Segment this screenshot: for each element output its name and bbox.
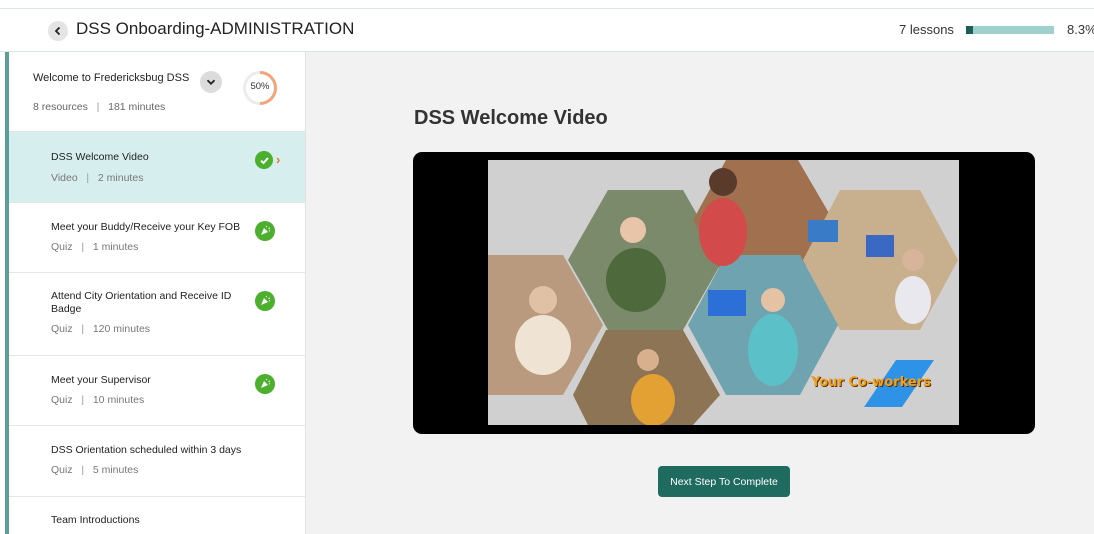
lesson-duration: 5 minutes (92, 464, 139, 476)
lesson-duration: 2 minutes (97, 172, 144, 184)
lesson-heading: DSS Welcome Video (414, 107, 608, 129)
course-header: DSS Onboarding-ADMINISTRATION 7 lessons … (0, 8, 1094, 52)
party-popper-icon (255, 221, 275, 241)
lesson-content: DSS Welcome Video Your Co-workers Next S… (306, 52, 1094, 534)
lesson-title: Team Introductions (51, 514, 140, 526)
lesson-meta: Video | 2 minutes (51, 172, 144, 184)
check-icon (255, 151, 273, 169)
chevron-down-icon (206, 79, 216, 85)
lesson-item-team-introductions[interactable]: Team Introductions (9, 497, 305, 534)
lesson-title: Meet your Buddy/Receive your Key FOB (51, 221, 241, 233)
section-progress-label: 50% (250, 81, 270, 92)
lesson-title: Meet your Supervisor (51, 374, 151, 386)
lesson-type: Quiz (51, 323, 73, 335)
lesson-meta: Quiz | 5 minutes (51, 464, 139, 476)
video-thumbnail: Your Co-workers (488, 160, 959, 426)
back-button[interactable] (48, 21, 68, 41)
party-popper-icon (255, 374, 275, 394)
lesson-sidebar: Welcome to Fredericksbug DSS 8 resources… (0, 52, 306, 534)
lesson-meta: Quiz | 10 minutes (51, 394, 145, 406)
course-progress-fill (966, 26, 974, 34)
lesson-duration: 10 minutes (92, 394, 145, 406)
video-caption: Your Co-workers (811, 375, 931, 390)
course-progress-bar (966, 26, 1054, 34)
party-popper-icon (255, 291, 275, 311)
lesson-type: Quiz (51, 241, 73, 253)
lesson-type: Quiz (51, 464, 73, 476)
section-meta: 8 resources | 181 minutes (33, 101, 166, 113)
lesson-title: DSS Orientation scheduled within 3 days (51, 444, 242, 456)
lessons-count: 7 lessons (899, 22, 954, 37)
section-progress-ring: 50% (242, 70, 278, 106)
lesson-duration: 120 minutes (92, 323, 151, 335)
chevron-right-icon: › (276, 152, 281, 167)
lesson-meta: Quiz | 120 minutes (51, 323, 151, 335)
next-step-button[interactable]: Next Step To Complete (658, 466, 790, 497)
video-player[interactable]: Your Co-workers (413, 152, 1035, 434)
lesson-item-meet-buddy[interactable]: Meet your Buddy/Receive your Key FOB Qui… (9, 203, 305, 273)
lesson-type: Quiz (51, 394, 73, 406)
lesson-type: Video (51, 172, 78, 184)
lesson-title: DSS Welcome Video (51, 151, 149, 163)
lesson-duration: 1 minutes (92, 241, 139, 253)
lesson-item-dss-welcome-video[interactable]: DSS Welcome Video Video | 2 minutes › (9, 132, 305, 203)
section-header[interactable]: Welcome to Fredericksbug DSS 8 resources… (9, 52, 305, 132)
lesson-title: Attend City Orientation and Receive ID B… (51, 290, 232, 315)
lesson-item-dss-orientation[interactable]: DSS Orientation scheduled within 3 days … (9, 426, 305, 497)
section-resources: 8 resources (33, 101, 88, 113)
course-progress-percent: 8.3% (1067, 22, 1094, 37)
chevron-left-icon (54, 26, 61, 36)
section-collapse-button[interactable] (200, 71, 222, 93)
section-title: Welcome to Fredericksbug DSS (33, 72, 190, 84)
course-title: DSS Onboarding-ADMINISTRATION (76, 19, 355, 38)
lesson-meta: Quiz | 1 minutes (51, 241, 139, 253)
lesson-item-city-orientation[interactable]: Attend City Orientation and Receive ID B… (9, 273, 305, 356)
section-minutes: 181 minutes (108, 101, 166, 113)
lesson-item-meet-supervisor[interactable]: Meet your Supervisor Quiz | 10 minutes (9, 356, 305, 426)
